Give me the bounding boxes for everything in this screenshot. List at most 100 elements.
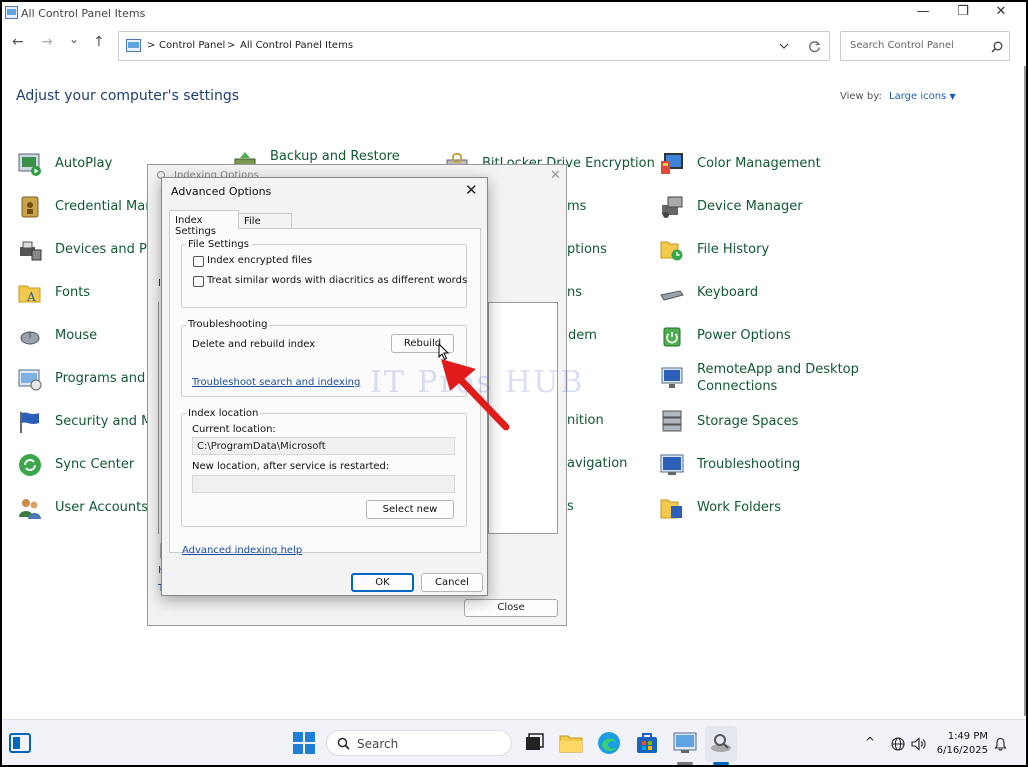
control-panel-taskbar-icon[interactable] <box>673 731 697 755</box>
item-work-folders[interactable]: Work Folders <box>660 496 840 522</box>
task-view-icon[interactable] <box>522 731 546 755</box>
item-remoteapp[interactable]: RemoteApp and Desktop Connections <box>660 360 860 400</box>
item-user-accounts[interactable]: User Accounts <box>18 496 158 522</box>
search-placeholder: Search Control Panel <box>850 40 954 51</box>
control-panel-icon <box>126 39 141 52</box>
current-location-label: Current location: <box>192 424 276 435</box>
troubleshoot-link[interactable]: Troubleshoot search and indexing <box>192 377 360 388</box>
up-button[interactable]: ↑ <box>93 34 105 50</box>
search-icon[interactable] <box>991 41 1003 53</box>
item-label: Device Manager <box>697 199 803 214</box>
tab-index-settings[interactable]: Index Settings <box>169 210 239 237</box>
work-folders-icon <box>660 499 682 519</box>
refresh-icon[interactable] <box>808 40 821 53</box>
edge-icon[interactable] <box>597 731 621 755</box>
item-mouse[interactable]: Mouse <box>18 324 138 350</box>
item-label: Programs and F <box>55 371 157 386</box>
item-power-options[interactable]: Power Options <box>660 324 840 350</box>
tab-file-types[interactable]: File Types <box>239 213 292 238</box>
globe-icon[interactable] <box>891 737 905 751</box>
item-label: Backup and Restore <box>270 149 400 164</box>
item-label: Mouse <box>55 328 98 343</box>
forward-button[interactable]: → <box>41 34 53 50</box>
breadcrumb-separator: > <box>147 40 156 51</box>
item-file-history[interactable]: File History <box>660 238 840 264</box>
file-explorer-icon[interactable] <box>559 731 583 755</box>
index-encrypted-checkbox[interactable] <box>193 256 204 267</box>
diacritics-checkbox[interactable] <box>193 276 204 287</box>
view-by-value: Large icons <box>889 91 947 102</box>
credential-icon <box>21 196 39 218</box>
scrollbar[interactable] <box>1024 66 1026 716</box>
start-icon[interactable] <box>292 731 316 755</box>
item-devices-printers[interactable]: Devices and Prin <box>18 238 164 264</box>
item-storage-spaces[interactable]: Storage Spaces <box>660 410 840 436</box>
search-icon <box>337 737 350 750</box>
item-keyboard[interactable]: Keyboard <box>660 281 840 307</box>
widgets-icon[interactable] <box>9 733 31 753</box>
notification-bell-icon[interactable] <box>994 737 1007 751</box>
breadcrumb-control-panel[interactable]: Control Panel <box>159 40 225 51</box>
breadcrumb-separator: > <box>227 40 236 51</box>
store-icon[interactable] <box>635 731 659 755</box>
view-by-dropdown[interactable]: Large icons ▼ <box>889 91 956 102</box>
clock[interactable]: 1:49 PM 6/16/2025 <box>932 730 988 758</box>
close-icon[interactable]: ✕ <box>550 168 561 183</box>
item-programs-features[interactable]: Programs and F <box>18 367 157 393</box>
search-control-panel-input[interactable]: Search Control Panel <box>840 31 1010 61</box>
indexing-options-taskbar-icon[interactable] <box>709 731 733 755</box>
chevron-down-icon[interactable] <box>779 43 789 50</box>
taskbar-search-input[interactable]: Search <box>326 730 512 756</box>
item-credential-manager[interactable]: Credential Mana <box>18 195 161 221</box>
item-label: Security and Ma <box>55 414 161 429</box>
item-security-maintenance[interactable]: Security and Ma <box>18 410 160 436</box>
current-location-field: C:\ProgramData\Microsoft <box>192 437 455 455</box>
item-autoplay[interactable]: AutoPlay <box>18 152 138 178</box>
item-label-partial[interactable]: avigation <box>567 456 627 471</box>
show-hidden-icons-button[interactable]: ^ <box>865 735 875 749</box>
users-icon <box>19 499 41 519</box>
mouse-icon <box>20 331 40 345</box>
item-troubleshooting[interactable]: Troubleshooting <box>660 453 840 479</box>
maximize-button[interactable]: ❐ <box>944 2 982 24</box>
breadcrumb-all-items[interactable]: All Control Panel Items <box>240 40 353 51</box>
delete-rebuild-label: Delete and rebuild index <box>192 339 316 350</box>
select-new-button[interactable]: Select new <box>366 500 454 519</box>
back-button[interactable]: ← <box>12 34 24 50</box>
ok-button[interactable]: OK <box>351 573 414 592</box>
group-label: Troubleshooting <box>186 319 270 330</box>
speaker-icon[interactable] <box>911 737 926 751</box>
item-label: Work Folders <box>697 500 781 515</box>
item-label-partial[interactable]: s <box>567 499 574 514</box>
checkbox-label: Index encrypted files <box>207 255 313 266</box>
window-title: All Control Panel Items <box>21 7 146 20</box>
item-fonts[interactable]: A Fonts <box>18 281 138 307</box>
minimize-button[interactable]: — <box>904 2 942 24</box>
cancel-button[interactable]: Cancel <box>421 573 483 592</box>
item-label: Keyboard <box>697 285 759 300</box>
item-label: Connections <box>697 379 778 394</box>
item-color-management[interactable]: Color Management <box>660 152 840 178</box>
advanced-indexing-help-link[interactable]: Advanced indexing help <box>182 545 302 556</box>
address-bar[interactable]: > Control Panel > All Control Panel Item… <box>118 31 830 61</box>
item-label-partial[interactable]: dem <box>568 328 597 343</box>
close-button[interactable]: Close <box>464 599 558 617</box>
close-window-button[interactable]: ✕ <box>982 2 1020 24</box>
item-label-partial[interactable]: nition <box>567 413 604 428</box>
cursor-icon <box>438 343 450 361</box>
item-sync-center[interactable]: Sync Center <box>18 453 138 479</box>
new-location-field <box>192 475 455 493</box>
new-location-label: New location, after service is restarted… <box>192 461 390 472</box>
item-label: Sync Center <box>55 457 135 472</box>
recent-locations-button[interactable]: ⌄ <box>69 32 79 46</box>
item-label-partial[interactable]: ms <box>567 199 586 214</box>
item-device-manager[interactable]: Device Manager <box>660 195 840 221</box>
dropdown-arrow-icon: ▼ <box>949 92 956 101</box>
sync-icon <box>19 454 41 476</box>
active-indicator <box>713 762 729 765</box>
storage-icon <box>662 410 682 432</box>
close-icon[interactable]: ✕ <box>465 181 478 199</box>
item-label-partial[interactable]: ns <box>567 285 582 300</box>
item-label: Storage Spaces <box>697 414 799 429</box>
item-label-partial[interactable]: ptions <box>567 242 607 257</box>
